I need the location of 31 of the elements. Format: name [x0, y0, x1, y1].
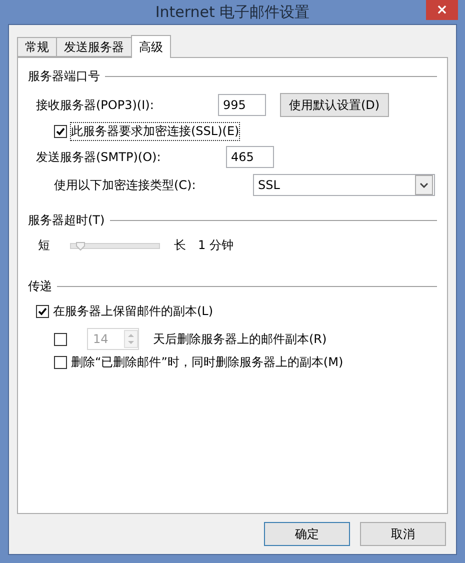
checkbox[interactable] [54, 332, 67, 346]
input-field[interactable]: 465 [226, 146, 274, 168]
timeout-reading: 1 分钟 [198, 237, 234, 254]
slider-thumb[interactable] [76, 240, 85, 248]
default-settings-button[interactable]: 使用默认设置(D) [280, 93, 389, 117]
dialog-button[interactable]: 确定 [264, 522, 350, 546]
field-label: 发送服务器(SMTP)(O): [36, 148, 162, 166]
chevron-down-icon [415, 175, 433, 195]
tab[interactable]: 高级 [131, 35, 171, 58]
slider-label: 短 [38, 237, 50, 254]
group-heading: 服务器超时(T) [28, 212, 105, 229]
checkbox-label: 在服务器上保留邮件的副本(L) [53, 303, 214, 320]
tab[interactable]: 发送服务器 [56, 37, 132, 57]
group-heading: 传递 [28, 278, 52, 295]
close-button[interactable]: × [426, 0, 458, 20]
group-heading: 服务器端口号 [28, 68, 100, 85]
checkbox[interactable] [54, 356, 67, 369]
field-label: 使用以下加密连接类型(C): [54, 176, 196, 194]
encryption-dropdown[interactable]: SSL [253, 174, 435, 196]
input-field[interactable]: 995 [218, 94, 266, 116]
window-title: Internet 电子邮件设置 [155, 2, 310, 22]
checkbox[interactable] [54, 125, 67, 138]
dialog-button[interactable]: 取消 [360, 522, 446, 546]
checkbox-label: 天后删除服务器上的邮件副本(R) [153, 330, 327, 348]
checkbox[interactable] [36, 305, 49, 318]
slider-label: 长 [174, 237, 186, 254]
timeout-slider[interactable] [70, 242, 160, 248]
tab[interactable]: 常规 [17, 37, 57, 57]
field-label: 接收服务器(POP3)(I): [36, 96, 155, 114]
checkbox-label: 删除“已删除邮件”时，同时删除服务器上的副本(M) [71, 354, 344, 371]
checkbox-label: 此服务器要求加密连接(SSL)(E) [71, 123, 240, 140]
